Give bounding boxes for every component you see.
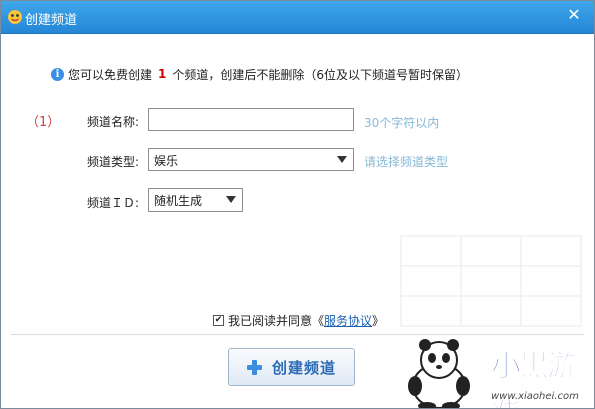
plus-icon xyxy=(246,359,262,375)
channel-id-select[interactable]: 随机生成 xyxy=(148,188,243,212)
channel-type-value: 娱乐 xyxy=(154,154,179,168)
service-agreement-link[interactable]: 服务协议 xyxy=(324,312,372,329)
channel-type-select[interactable]: 娱乐 xyxy=(148,148,354,171)
step-indicator: （1） xyxy=(26,115,61,130)
channel-id-value: 随机生成 xyxy=(154,194,203,208)
channel-type-label: 频道类型: xyxy=(87,155,140,169)
create-channel-button-label: 创建频道 xyxy=(271,358,336,377)
create-channel-button[interactable]: 创建频道 xyxy=(228,348,355,386)
notice-suffix: 个频道，创建后不能删除（6位及以下频道号暂时保留） xyxy=(172,67,469,82)
close-button[interactable]: ✕ xyxy=(562,5,586,27)
app-logo-icon xyxy=(8,10,22,24)
dropdown-arrow-icon xyxy=(226,196,236,203)
notice-count: 1 xyxy=(158,67,167,81)
watermark-url: www.xiaohei.com xyxy=(491,391,579,402)
agreement-close: 》 xyxy=(372,314,385,328)
channel-name-hint: 30个字符以内 xyxy=(364,116,440,130)
agree-checkbox[interactable]: ✔ xyxy=(213,315,224,326)
agreement-text: 我已阅读并同意《 xyxy=(228,314,325,328)
channel-type-hint: 请选择频道类型 xyxy=(364,155,449,169)
channel-name-input[interactable] xyxy=(148,108,354,131)
notice-prefix: 您可以免费创建 xyxy=(68,67,153,82)
dropdown-arrow-icon xyxy=(337,156,347,163)
title-bar: 创建频道 ✕ xyxy=(1,1,594,34)
background-pattern xyxy=(400,235,582,327)
panda-mascot-icon xyxy=(408,339,470,408)
info-icon: i xyxy=(51,67,64,81)
create-channel-dialog: 创建频道 ✕ i 您可以免费创建 1 个频道，创建后不能删除（6位及以下频道号暂… xyxy=(0,0,595,409)
quota-notice: i 您可以免费创建 1 个频道，创建后不能删除（6位及以下频道号暂时保留） xyxy=(51,66,468,82)
channel-id-label: 频道ＩＤ: xyxy=(87,196,140,210)
agreement-row: ✔ 我已阅读并同意《 服务协议 》 xyxy=(213,312,384,329)
channel-name-label: 频道名称: xyxy=(87,115,140,129)
window-title: 创建频道 xyxy=(25,13,78,28)
site-watermark: 小黑游戏 www.xiaohei.com xyxy=(399,331,594,408)
